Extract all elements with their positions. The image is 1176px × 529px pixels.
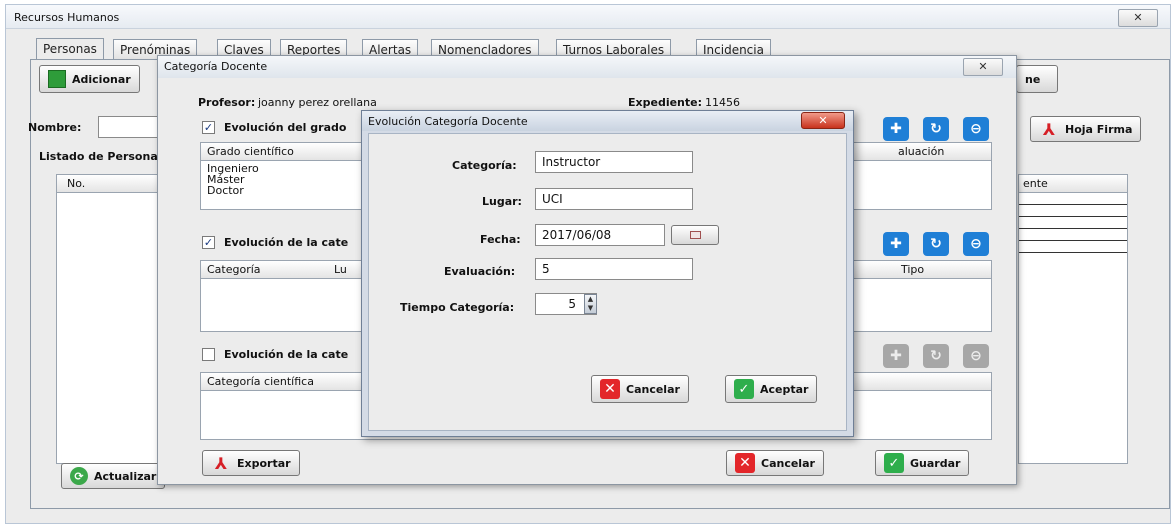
section2-checkbox[interactable]: ✓: [202, 236, 215, 249]
categoria-field[interactable]: Instructor: [535, 151, 693, 173]
add-icon: [48, 70, 66, 88]
section1-label: Evolución del grado: [224, 121, 347, 134]
remove-icon-disabled: ⊖: [963, 344, 989, 368]
pdf-icon: ⅄: [1042, 119, 1056, 139]
categoria-label: Categoría:: [452, 159, 517, 172]
cancel-icon: ✕: [600, 379, 620, 399]
dialog-titlebar: Evolución Categoría Docente ✕: [362, 111, 853, 131]
window-close-button[interactable]: ✕: [1118, 9, 1158, 27]
table-row[interactable]: Doctor: [207, 184, 244, 197]
table-row[interactable]: [1019, 241, 1127, 253]
dialog-titlebar: Categoría Docente ✕: [158, 56, 1016, 78]
refresh-icon-disabled: ↻: [923, 344, 949, 368]
add-record-icon[interactable]: ✚: [883, 117, 909, 141]
dialog-close-button[interactable]: ✕: [801, 112, 845, 129]
tab-personas[interactable]: Personas: [36, 38, 104, 60]
remove-icon[interactable]: ⊖: [963, 117, 989, 141]
section3-label: Evolución de la cate: [224, 348, 349, 361]
table-row[interactable]: [1019, 217, 1127, 229]
col-categoria-cientifica: Categoría científica: [207, 375, 314, 388]
table-row[interactable]: [1019, 205, 1127, 217]
pdf-icon: ⅄: [214, 453, 228, 473]
accept-icon: ✓: [734, 379, 754, 399]
lugar-label: Lugar:: [482, 195, 522, 208]
tiempo-categoria-label: Tiempo Categoría:: [400, 301, 515, 314]
col-evaluacion-fragment: aluación: [898, 145, 945, 158]
expediente-label: Expediente:: [628, 96, 702, 109]
fecha-label: Fecha:: [480, 233, 521, 246]
refresh-icon[interactable]: ↻: [923, 232, 949, 256]
profesor-label: Profesor:: [198, 96, 256, 109]
refresh-icon[interactable]: ↻: [923, 117, 949, 141]
evolucion-categoria-dialog: Evolución Categoría Docente ✕ Categoría:…: [361, 110, 854, 437]
table-row[interactable]: [1019, 229, 1127, 241]
refresh-icon: ⟳: [70, 467, 88, 485]
personnel-list-heading: Listado de Personal: [39, 150, 162, 163]
col-lugar-fragment: Lu: [334, 263, 347, 276]
col-categoria: Categoría: [207, 263, 261, 276]
col-tipo: Tipo: [901, 263, 925, 276]
add-record-icon[interactable]: ✚: [883, 232, 909, 256]
section1-checkbox[interactable]: ✓: [202, 121, 215, 134]
section2-label: Evolución de la cate: [224, 236, 349, 249]
profesor-value: joanny perez orellana: [258, 96, 377, 109]
name-search-input[interactable]: [98, 116, 160, 138]
expediente-value: 11456: [705, 96, 740, 109]
save-button[interactable]: ✓ Guardar: [875, 450, 970, 476]
dialog-close-button[interactable]: ✕: [963, 58, 1003, 76]
lugar-field[interactable]: UCI: [535, 188, 693, 210]
update-button[interactable]: ⟳ Actualizar: [61, 463, 166, 489]
top-right-button[interactable]: ne: [1016, 65, 1058, 93]
remove-icon[interactable]: ⊖: [963, 232, 989, 256]
table-row[interactable]: [1019, 193, 1127, 205]
evaluacion-label: Evaluación:: [444, 265, 516, 278]
stepper-arrows[interactable]: ▲ ▼: [584, 294, 597, 314]
col-right-fragment: ente: [1023, 177, 1048, 190]
calendar-icon: [689, 231, 701, 239]
window-title: Recursos Humanos: [14, 11, 120, 24]
add-record-icon-disabled: ✚: [883, 344, 909, 368]
add-button[interactable]: Adicionar: [39, 65, 140, 93]
dialog-title: Evolución Categoría Docente: [368, 115, 528, 128]
cancel-icon: ✕: [735, 453, 755, 473]
calendar-button[interactable]: [671, 225, 719, 245]
personnel-table[interactable]: No.: [56, 174, 164, 464]
export-button[interactable]: ⅄ Exportar: [202, 450, 300, 476]
evaluacion-field[interactable]: 5: [535, 258, 693, 280]
save-icon: ✓: [884, 453, 904, 473]
col-grado-cientifico: Grado científico: [207, 145, 294, 158]
cancel-button[interactable]: ✕ Cancelar: [726, 450, 824, 476]
hoja-firma-button[interactable]: ⅄ Hoja Firma: [1030, 116, 1142, 142]
name-label: Nombre:: [28, 121, 82, 134]
col-no: No.: [67, 177, 86, 190]
section3-checkbox[interactable]: [202, 348, 215, 361]
personnel-table-right[interactable]: ente: [1018, 174, 1128, 464]
cancel-button[interactable]: ✕ Cancelar: [591, 375, 689, 403]
dialog-title: Categoría Docente: [164, 60, 268, 73]
fecha-field[interactable]: 2017/06/08: [535, 224, 665, 246]
accept-button[interactable]: ✓ Aceptar: [725, 375, 818, 403]
main-titlebar: Recursos Humanos ✕: [6, 5, 1170, 29]
